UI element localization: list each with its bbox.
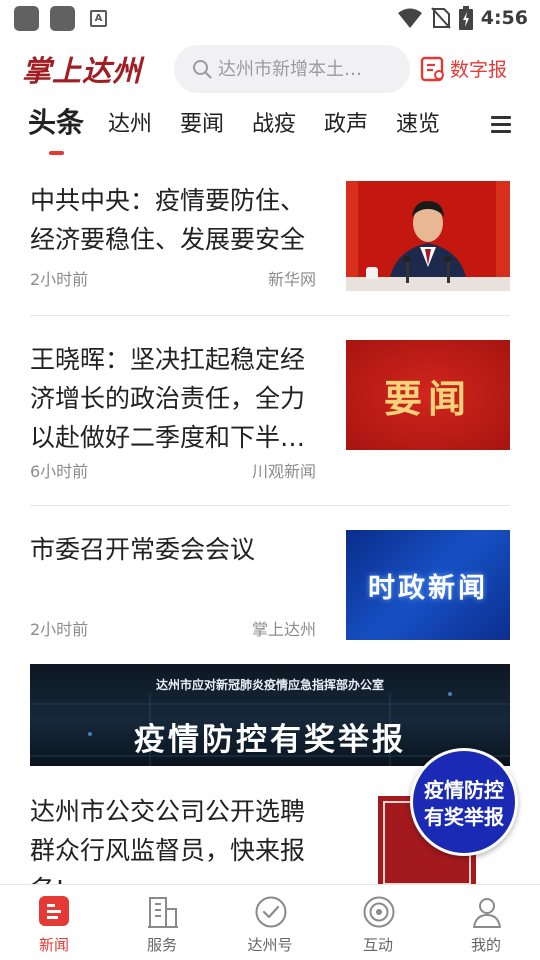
news-item[interactable]: 王晓晖：坚决扛起稳定经济增长的政治责任，全力以赴做好二季度和下半… 6小时前 川… bbox=[30, 340, 510, 481]
user-icon bbox=[473, 898, 501, 928]
badge-line-1: 疫情防控 bbox=[424, 778, 504, 802]
epidemic-report-floating-button[interactable]: 疫情防控 有奖举报 bbox=[410, 748, 518, 856]
no-sim-icon bbox=[430, 7, 451, 29]
status-bar: A 4:56 bbox=[0, 0, 540, 36]
newspaper-icon bbox=[420, 56, 444, 81]
building-icon bbox=[148, 897, 178, 928]
wifi-icon bbox=[397, 8, 422, 28]
nav-label: 新闻 bbox=[38, 936, 69, 954]
digital-newspaper-button[interactable]: 数字报 bbox=[420, 55, 507, 82]
battery-charging-icon bbox=[458, 6, 473, 30]
app-notification-icon bbox=[14, 6, 39, 31]
check-circle-icon bbox=[255, 896, 287, 928]
nav-label: 服务 bbox=[146, 936, 177, 954]
app-notification-icon bbox=[50, 6, 75, 31]
news-thumbnail: 时政新闻 bbox=[346, 530, 510, 640]
font-notification-icon: A bbox=[90, 10, 107, 27]
divider bbox=[30, 315, 510, 316]
news-title: 王晓晖：坚决扛起稳定经济增长的政治责任，全力以赴做好二季度和下半… bbox=[30, 345, 306, 452]
tab-important-news[interactable]: 要闻 bbox=[180, 106, 224, 138]
nav-label: 达州号 bbox=[247, 936, 293, 954]
digital-newspaper-label: 数字报 bbox=[450, 59, 508, 81]
news-time: 2小时前 bbox=[30, 620, 89, 639]
app-logo[interactable]: 掌上达州 bbox=[22, 48, 142, 90]
tab-dazhou[interactable]: 达州 bbox=[108, 106, 152, 138]
channel-tabs: 头条 达州 要闻 战疫 政声 速览 bbox=[0, 106, 540, 162]
news-time: 6小时前 bbox=[30, 462, 89, 481]
tab-political[interactable]: 政声 bbox=[324, 106, 368, 138]
badge-line-2: 有奖举报 bbox=[424, 805, 504, 829]
news-time: 2小时前 bbox=[30, 270, 89, 289]
nav-news[interactable]: 新闻 bbox=[0, 885, 108, 960]
channel-menu-icon[interactable] bbox=[491, 116, 511, 134]
news-source: 川观新闻 bbox=[251, 462, 316, 481]
thumbnail-caption: 时政新闻 bbox=[368, 572, 488, 604]
active-tab-indicator bbox=[49, 151, 64, 155]
banner-subtitle: 达州市应对新冠肺炎疫情应急指挥部办公室 bbox=[155, 678, 384, 692]
banner-title: 疫情防控有奖举报 bbox=[134, 722, 406, 758]
news-icon bbox=[39, 896, 69, 926]
tab-quick-view[interactable]: 速览 bbox=[396, 106, 440, 138]
search-bar[interactable] bbox=[174, 45, 410, 93]
news-title: 中共中央：疫情要防住、经济要稳住、发展要安全 bbox=[30, 186, 306, 254]
search-input[interactable] bbox=[218, 58, 388, 80]
tab-epidemic[interactable]: 战疫 bbox=[252, 106, 296, 138]
tab-headlines[interactable]: 头条 bbox=[28, 101, 84, 141]
divider bbox=[30, 505, 510, 506]
report-banner[interactable]: 达州市应对新冠肺炎疫情应急指挥部办公室 疫情防控有奖举报 bbox=[30, 664, 510, 766]
search-icon bbox=[193, 60, 212, 79]
nav-profile[interactable]: 我的 bbox=[432, 885, 540, 960]
news-source: 掌上达州 bbox=[251, 620, 316, 639]
clock: 4:56 bbox=[480, 7, 528, 29]
news-thumbnail: 要闻 bbox=[346, 340, 510, 450]
news-title: 市委召开常委会会议 bbox=[30, 535, 256, 564]
nav-label: 我的 bbox=[470, 936, 501, 954]
nav-interaction[interactable]: 互动 bbox=[324, 885, 432, 960]
app-header: 掌上达州 数字报 bbox=[0, 42, 540, 96]
thumbnail-caption: 要闻 bbox=[383, 375, 472, 421]
news-thumbnail bbox=[346, 181, 510, 291]
bottom-navigation: 新闻 服务 达州号 互动 我的 bbox=[0, 884, 540, 960]
nav-label: 互动 bbox=[362, 936, 393, 954]
news-item[interactable]: 中共中央：疫情要防住、经济要稳住、发展要安全 2小时前 新华网 bbox=[30, 181, 510, 291]
news-source: 新华网 bbox=[267, 270, 316, 289]
news-item[interactable]: 市委召开常委会会议 2小时前 掌上达州 时政新闻 bbox=[30, 530, 510, 640]
target-icon bbox=[363, 896, 395, 928]
nav-dazhou-account[interactable]: 达州号 bbox=[216, 885, 324, 960]
nav-service[interactable]: 服务 bbox=[108, 885, 216, 960]
